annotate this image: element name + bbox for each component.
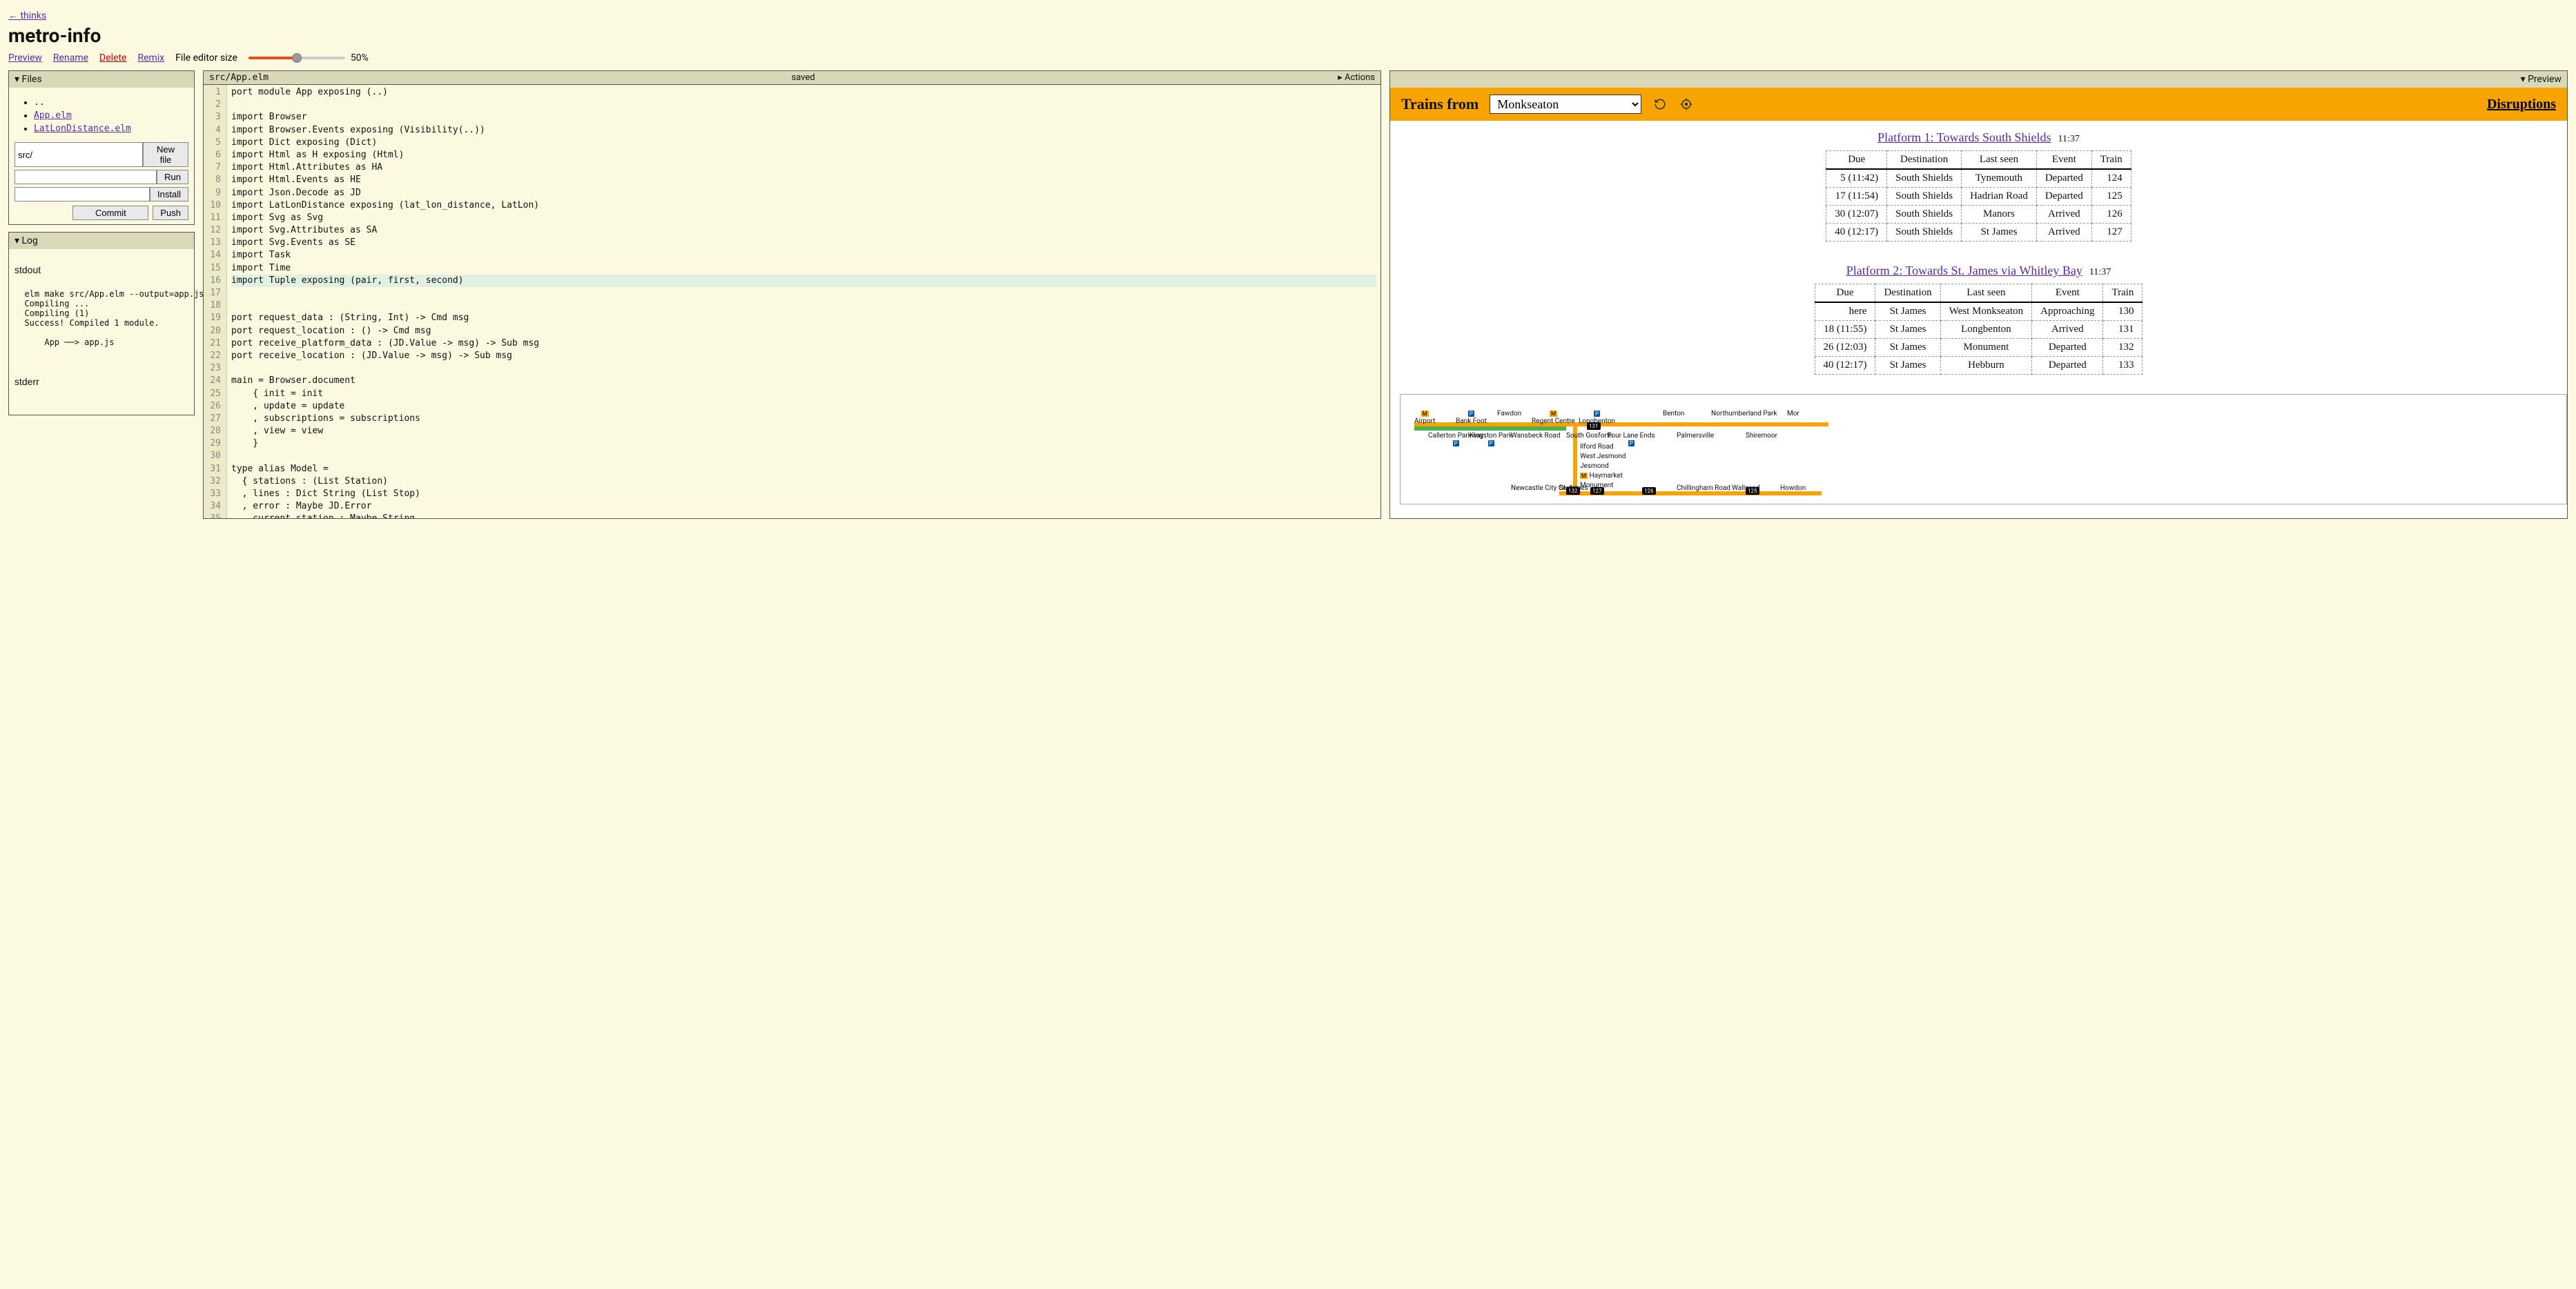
table-row: hereSt JamesWest MonkseatonApproaching13… — [1815, 302, 2143, 321]
project-title: metro-info — [8, 24, 2568, 47]
map-station-label: Northumberland Park — [1711, 410, 1777, 417]
train-marker: 126 — [1642, 487, 1656, 495]
rename-link[interactable]: Rename — [53, 52, 88, 63]
map-station-label: MRegent Centre — [1532, 410, 1575, 425]
remix-link[interactable]: Remix — [137, 52, 164, 63]
metro-map[interactable]: MAirportPBank FootFawdonMRegent CentrePL… — [1400, 394, 2567, 504]
log-panel-title: ▾ Log — [14, 235, 38, 246]
editor-size-slider[interactable] — [248, 57, 345, 59]
departure-table: DueDestinationLast seenEventTrainhereSt … — [1815, 284, 2143, 375]
map-station-label: Shiremoor — [1746, 432, 1777, 440]
new-file-button[interactable]: New file — [143, 142, 188, 167]
editor-panel: src/App.elm saved ▸ Actions 123456789101… — [203, 70, 1381, 519]
table-row: 17 (11:54)South ShieldsHadrian RoadDepar… — [1826, 188, 2131, 206]
log-panel: ▾ Log stdout elm make src/App.elm --outp… — [8, 232, 195, 415]
map-station-label: MAirport — [1414, 410, 1436, 425]
preview-panel: ▾ Preview Trains from Monkseaton Disrupt… — [1389, 70, 2568, 519]
table-row: 18 (11:55)St JamesLongbentonArrived131 — [1815, 321, 2143, 339]
map-station-label: Fawdon — [1497, 410, 1521, 417]
table-row: 30 (12:07)South ShieldsManorsArrived126 — [1826, 206, 2131, 224]
trains-from-label: Trains from — [1401, 95, 1479, 113]
files-panel-title: ▾ Files — [14, 74, 42, 85]
train-marker: 131 — [1587, 422, 1601, 430]
map-station-label: Howdon — [1780, 484, 1806, 492]
editor-size-value: 50% — [351, 52, 369, 63]
train-marker: 125 — [1746, 487, 1759, 495]
install-input[interactable] — [14, 187, 150, 201]
table-row: 5 (11:42)South ShieldsTynemouthDeparted1… — [1826, 169, 2131, 188]
departure-table: DueDestinationLast seenEventTrain5 (11:4… — [1826, 150, 2131, 242]
platform-title-link[interactable]: Platform 1: Towards South Shields — [1877, 130, 2051, 144]
disruptions-link[interactable]: Disruptions — [2487, 97, 2556, 112]
map-station-label: Ilford Road — [1580, 443, 1614, 451]
back-link[interactable]: ← thinks — [8, 10, 46, 21]
platform-time: 11:37 — [2058, 134, 2080, 144]
table-row: 40 (12:17)South ShieldsSt JamesArrived12… — [1826, 224, 2131, 242]
install-button[interactable]: Install — [150, 187, 188, 201]
map-station-label: Jesmond — [1580, 462, 1609, 470]
stderr-label: stderr — [14, 376, 188, 387]
refresh-icon[interactable] — [1652, 97, 1668, 112]
locate-icon[interactable] — [1679, 97, 1694, 112]
editor-filepath: src/App.elm — [209, 72, 269, 83]
log-panel-header[interactable]: ▾ Log — [9, 233, 194, 249]
editor-status: saved — [269, 72, 1338, 83]
preview-link[interactable]: Preview — [8, 52, 42, 63]
file-item[interactable]: LatLonDistance.elm — [34, 124, 131, 134]
push-button[interactable]: Push — [153, 206, 188, 220]
editor-size-label: File editor size — [175, 52, 237, 63]
map-station-label: West Jesmond — [1580, 453, 1626, 460]
stdout-content: elm make src/App.elm --output=app.js 2 C… — [14, 289, 188, 347]
map-station-label: Palmersville — [1677, 432, 1714, 440]
file-item-parent[interactable]: .. — [34, 96, 188, 109]
table-row: 26 (12:03)St JamesMonumentDeparted132 — [1815, 339, 2143, 357]
map-station-label: Chillingham Road — [1677, 484, 1730, 492]
preview-panel-title: ▾ Preview — [2521, 74, 2562, 85]
path-input[interactable] — [14, 142, 143, 167]
run-button[interactable]: Run — [157, 170, 188, 184]
map-station-label: South Gosforth — [1566, 432, 1613, 440]
map-station-label: Mor — [1787, 410, 1799, 417]
code-editor[interactable]: 1234567891011121314151617181920212223242… — [204, 85, 1380, 518]
map-station-label: Kingston ParkP — [1470, 432, 1512, 447]
map-station-label: Four Lane EndsP — [1608, 432, 1655, 447]
files-panel-header[interactable]: ▾ Files — [9, 71, 194, 88]
platform-title-link[interactable]: Platform 2: Towards St. James via Whitle… — [1846, 264, 2082, 277]
station-select[interactable]: Monkseaton — [1490, 95, 1641, 114]
preview-panel-header[interactable]: ▾ Preview — [1390, 71, 2567, 88]
files-panel: ▾ Files ..App.elm LatLonDistance.elm New … — [8, 70, 195, 225]
stdout-label: stdout — [14, 264, 188, 275]
train-marker: 127 — [1590, 487, 1604, 495]
commit-button[interactable]: Commit — [72, 206, 148, 220]
map-station-label: Benton — [1663, 410, 1684, 417]
run-input[interactable] — [14, 170, 157, 184]
table-row: 40 (12:17)St JamesHebburnDeparted133 — [1815, 357, 2143, 375]
map-station-label: PBank Foot — [1456, 410, 1487, 425]
delete-link[interactable]: Delete — [99, 52, 126, 63]
map-station-label: M Haymarket — [1580, 472, 1623, 480]
map-station-label: Wansbeck Road — [1511, 432, 1560, 440]
platform-time: 11:37 — [2089, 267, 2111, 277]
file-item[interactable]: App.elm — [34, 110, 72, 121]
editor-actions-toggle[interactable]: ▸ Actions — [1338, 72, 1375, 83]
train-marker: 132 — [1566, 487, 1580, 495]
